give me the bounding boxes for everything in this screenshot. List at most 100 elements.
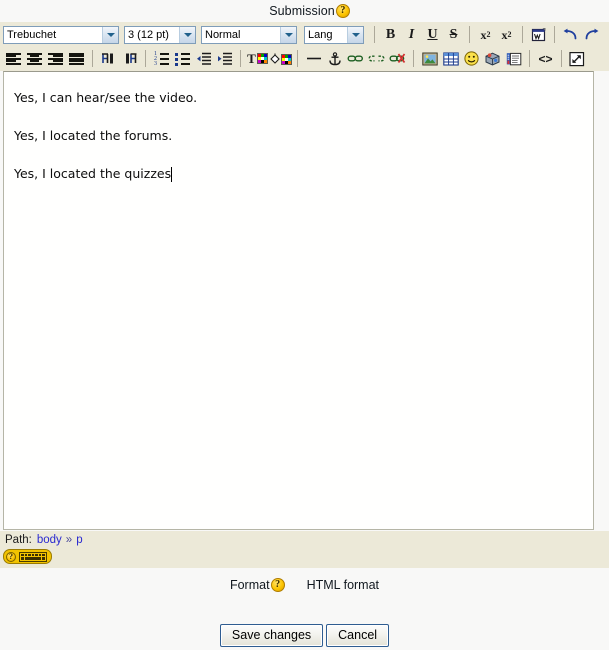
format-label: Format	[229, 578, 270, 592]
chevron-down-icon	[179, 26, 195, 43]
indent-button[interactable]	[214, 49, 235, 69]
insert-link-button[interactable]	[345, 49, 366, 69]
path-separator: »	[65, 533, 73, 546]
path-label: Path:	[5, 533, 32, 546]
text-color-icon: T	[247, 52, 268, 65]
anchor-button[interactable]	[324, 49, 345, 69]
horizontal-rule-icon	[306, 57, 321, 60]
word-document-icon	[531, 28, 545, 42]
undo-arrow-icon	[563, 28, 577, 40]
numbered-list-button[interactable]: 123	[151, 49, 172, 69]
redo-arrow-icon	[585, 28, 599, 40]
cancel-button[interactable]: Cancel	[326, 624, 390, 647]
underline-button[interactable]: U	[422, 25, 443, 45]
chevron-down-icon	[280, 26, 296, 43]
background-color-button[interactable]	[269, 49, 292, 69]
insert-image-button[interactable]	[419, 49, 440, 69]
strikethrough-button[interactable]: S	[443, 25, 464, 45]
paste-clipboard-icon	[506, 52, 521, 65]
insert-emoticon-button[interactable]	[461, 49, 482, 69]
element-path-bar: Path: body » p	[0, 531, 609, 548]
align-justify-icon	[69, 52, 84, 65]
toolbar-separator	[145, 50, 146, 67]
enlarge-editor-icon	[569, 51, 585, 66]
edit-html-source-button[interactable]: <>	[535, 49, 556, 69]
font-family-value: Trebuchet	[7, 28, 57, 41]
editor-content-area[interactable]: Yes, I can hear/see the video. Yes, I lo…	[3, 71, 594, 530]
path-item-p[interactable]: p	[76, 534, 82, 546]
subscript-button[interactable]: x2	[475, 25, 496, 45]
keyboard-icon	[19, 551, 47, 562]
table-icon	[442, 51, 459, 66]
toolbar-separator	[92, 50, 93, 67]
html-editor: Trebuchet 3 (12 pt) Normal Lang B I U S	[0, 22, 609, 568]
submission-header: Submission?	[0, 0, 609, 22]
bold-button[interactable]: B	[380, 25, 401, 45]
font-family-select[interactable]: Trebuchet	[3, 25, 119, 44]
toolbar-separator	[469, 26, 470, 43]
submission-help-icon[interactable]: ?	[335, 4, 350, 18]
indent-icon	[217, 52, 232, 65]
keyboard-shortcuts-help-button[interactable]: ?	[3, 549, 52, 564]
toolbar-separator	[561, 50, 562, 67]
smiley-face-icon	[464, 51, 479, 66]
keyboard-help-bar: ?	[0, 548, 609, 568]
paragraph-format-value: Normal	[205, 28, 241, 41]
font-size-select[interactable]: 3 (12 pt)	[124, 25, 196, 44]
editor-toolbar: Trebuchet 3 (12 pt) Normal Lang B I U S	[0, 22, 609, 71]
anchor-icon	[328, 51, 341, 65]
redo-button[interactable]	[581, 25, 602, 45]
undo-button[interactable]	[560, 25, 581, 45]
direction-rtl-icon	[125, 53, 136, 64]
media-cube-icon	[485, 52, 499, 66]
chevron-down-icon	[102, 26, 118, 43]
direction-ltr-icon	[101, 53, 113, 64]
paste-special-button[interactable]	[503, 49, 524, 69]
align-center-icon	[27, 52, 42, 65]
path-item-body[interactable]: body	[37, 534, 62, 546]
toolbar-separator	[297, 50, 298, 67]
insert-table-button[interactable]	[440, 49, 461, 69]
direction-rtl-button[interactable]	[119, 49, 140, 69]
align-left-button[interactable]	[3, 49, 24, 69]
toolbar-separator	[554, 26, 555, 43]
save-changes-button[interactable]: Save changes	[219, 624, 324, 647]
editor-paragraph-3-text: Yes, I located the quizzes	[14, 166, 172, 182]
format-help-icon[interactable]: ?	[270, 578, 285, 592]
toolbar-separator	[522, 26, 523, 43]
align-left-icon	[6, 52, 21, 65]
numbered-list-icon: 123	[154, 51, 169, 67]
unlink-button[interactable]	[366, 49, 387, 69]
horizontal-rule-button[interactable]	[303, 49, 324, 69]
fullscreen-button[interactable]	[567, 49, 588, 69]
chevron-down-icon	[347, 26, 363, 43]
align-justify-button[interactable]	[66, 49, 87, 69]
paragraph-format-select[interactable]: Normal	[201, 25, 297, 44]
italic-button[interactable]: I	[401, 25, 422, 45]
toolbar-row-1: Trebuchet 3 (12 pt) Normal Lang B I U S	[0, 22, 609, 46]
insert-media-button[interactable]	[482, 49, 503, 69]
prevent-autolink-button[interactable]	[387, 49, 408, 69]
question-mark-icon: ?	[6, 551, 16, 562]
language-select[interactable]: Lang	[304, 25, 364, 44]
bulleted-list-button[interactable]	[172, 49, 193, 69]
editor-paragraph-1: Yes, I can hear/see the video.	[14, 90, 198, 106]
clean-word-html-button[interactable]	[528, 25, 549, 45]
page-title: Submission	[269, 4, 335, 18]
toolbar-row-2: 123 T <>	[0, 46, 609, 71]
direction-ltr-button[interactable]	[98, 49, 119, 69]
format-value: HTML format	[306, 578, 380, 592]
outdent-button[interactable]	[193, 49, 214, 69]
no-link-icon	[389, 53, 406, 63]
toolbar-separator	[374, 26, 375, 43]
bulleted-list-icon	[175, 52, 190, 66]
editor-paragraph-3: Yes, I located the quizzes	[14, 156, 583, 193]
superscript-button[interactable]: x2	[496, 25, 517, 45]
text-color-button[interactable]: T	[246, 49, 269, 69]
align-right-button[interactable]	[45, 49, 66, 69]
toolbar-separator	[529, 50, 530, 67]
editor-paragraph-2: Yes, I located the forums.	[14, 128, 173, 144]
align-center-button[interactable]	[24, 49, 45, 69]
language-value: Lang	[308, 28, 333, 41]
link-chain-icon	[347, 55, 364, 62]
